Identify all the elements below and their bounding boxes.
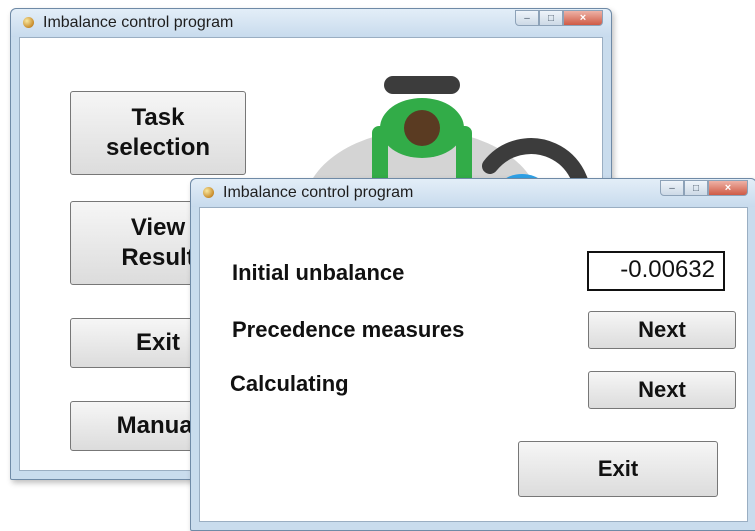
back-window-title: Imbalance control program (43, 14, 234, 31)
front-window-controls: – □ × (660, 180, 748, 197)
app-icon (23, 17, 34, 28)
maximize-icon[interactable]: □ (539, 10, 563, 26)
back-window-controls: – □ × (515, 10, 603, 27)
front-window-client: Initial unbalance -0.00632 Precedence me… (199, 207, 748, 522)
top-person-chair-back (384, 76, 460, 94)
close-icon[interactable]: × (708, 180, 748, 196)
maximize-icon[interactable]: □ (684, 180, 708, 196)
initial-unbalance-field[interactable]: -0.00632 (587, 251, 725, 291)
task-selection-button[interactable]: Task selection (70, 91, 246, 175)
close-icon[interactable]: × (563, 10, 603, 26)
precedence-next-button[interactable]: Next (588, 311, 736, 349)
exit-button[interactable]: Exit (518, 441, 718, 497)
initial-unbalance-label: Initial unbalance (232, 260, 405, 285)
back-window-titlebar[interactable]: Imbalance control program – □ × (11, 9, 611, 37)
minimize-icon[interactable]: – (515, 10, 539, 26)
top-person-head (404, 110, 440, 146)
front-window: Imbalance control program – □ × Initial … (190, 178, 755, 531)
front-window-titlebar[interactable]: Imbalance control program – □ × (191, 179, 755, 207)
calculating-label: Calculating (230, 371, 349, 396)
front-window-title: Imbalance control program (223, 184, 414, 201)
minimize-icon[interactable]: – (660, 180, 684, 196)
app-icon (203, 187, 214, 198)
calculating-next-button[interactable]: Next (588, 371, 736, 409)
precedence-measures-label: Precedence measures (232, 317, 465, 342)
